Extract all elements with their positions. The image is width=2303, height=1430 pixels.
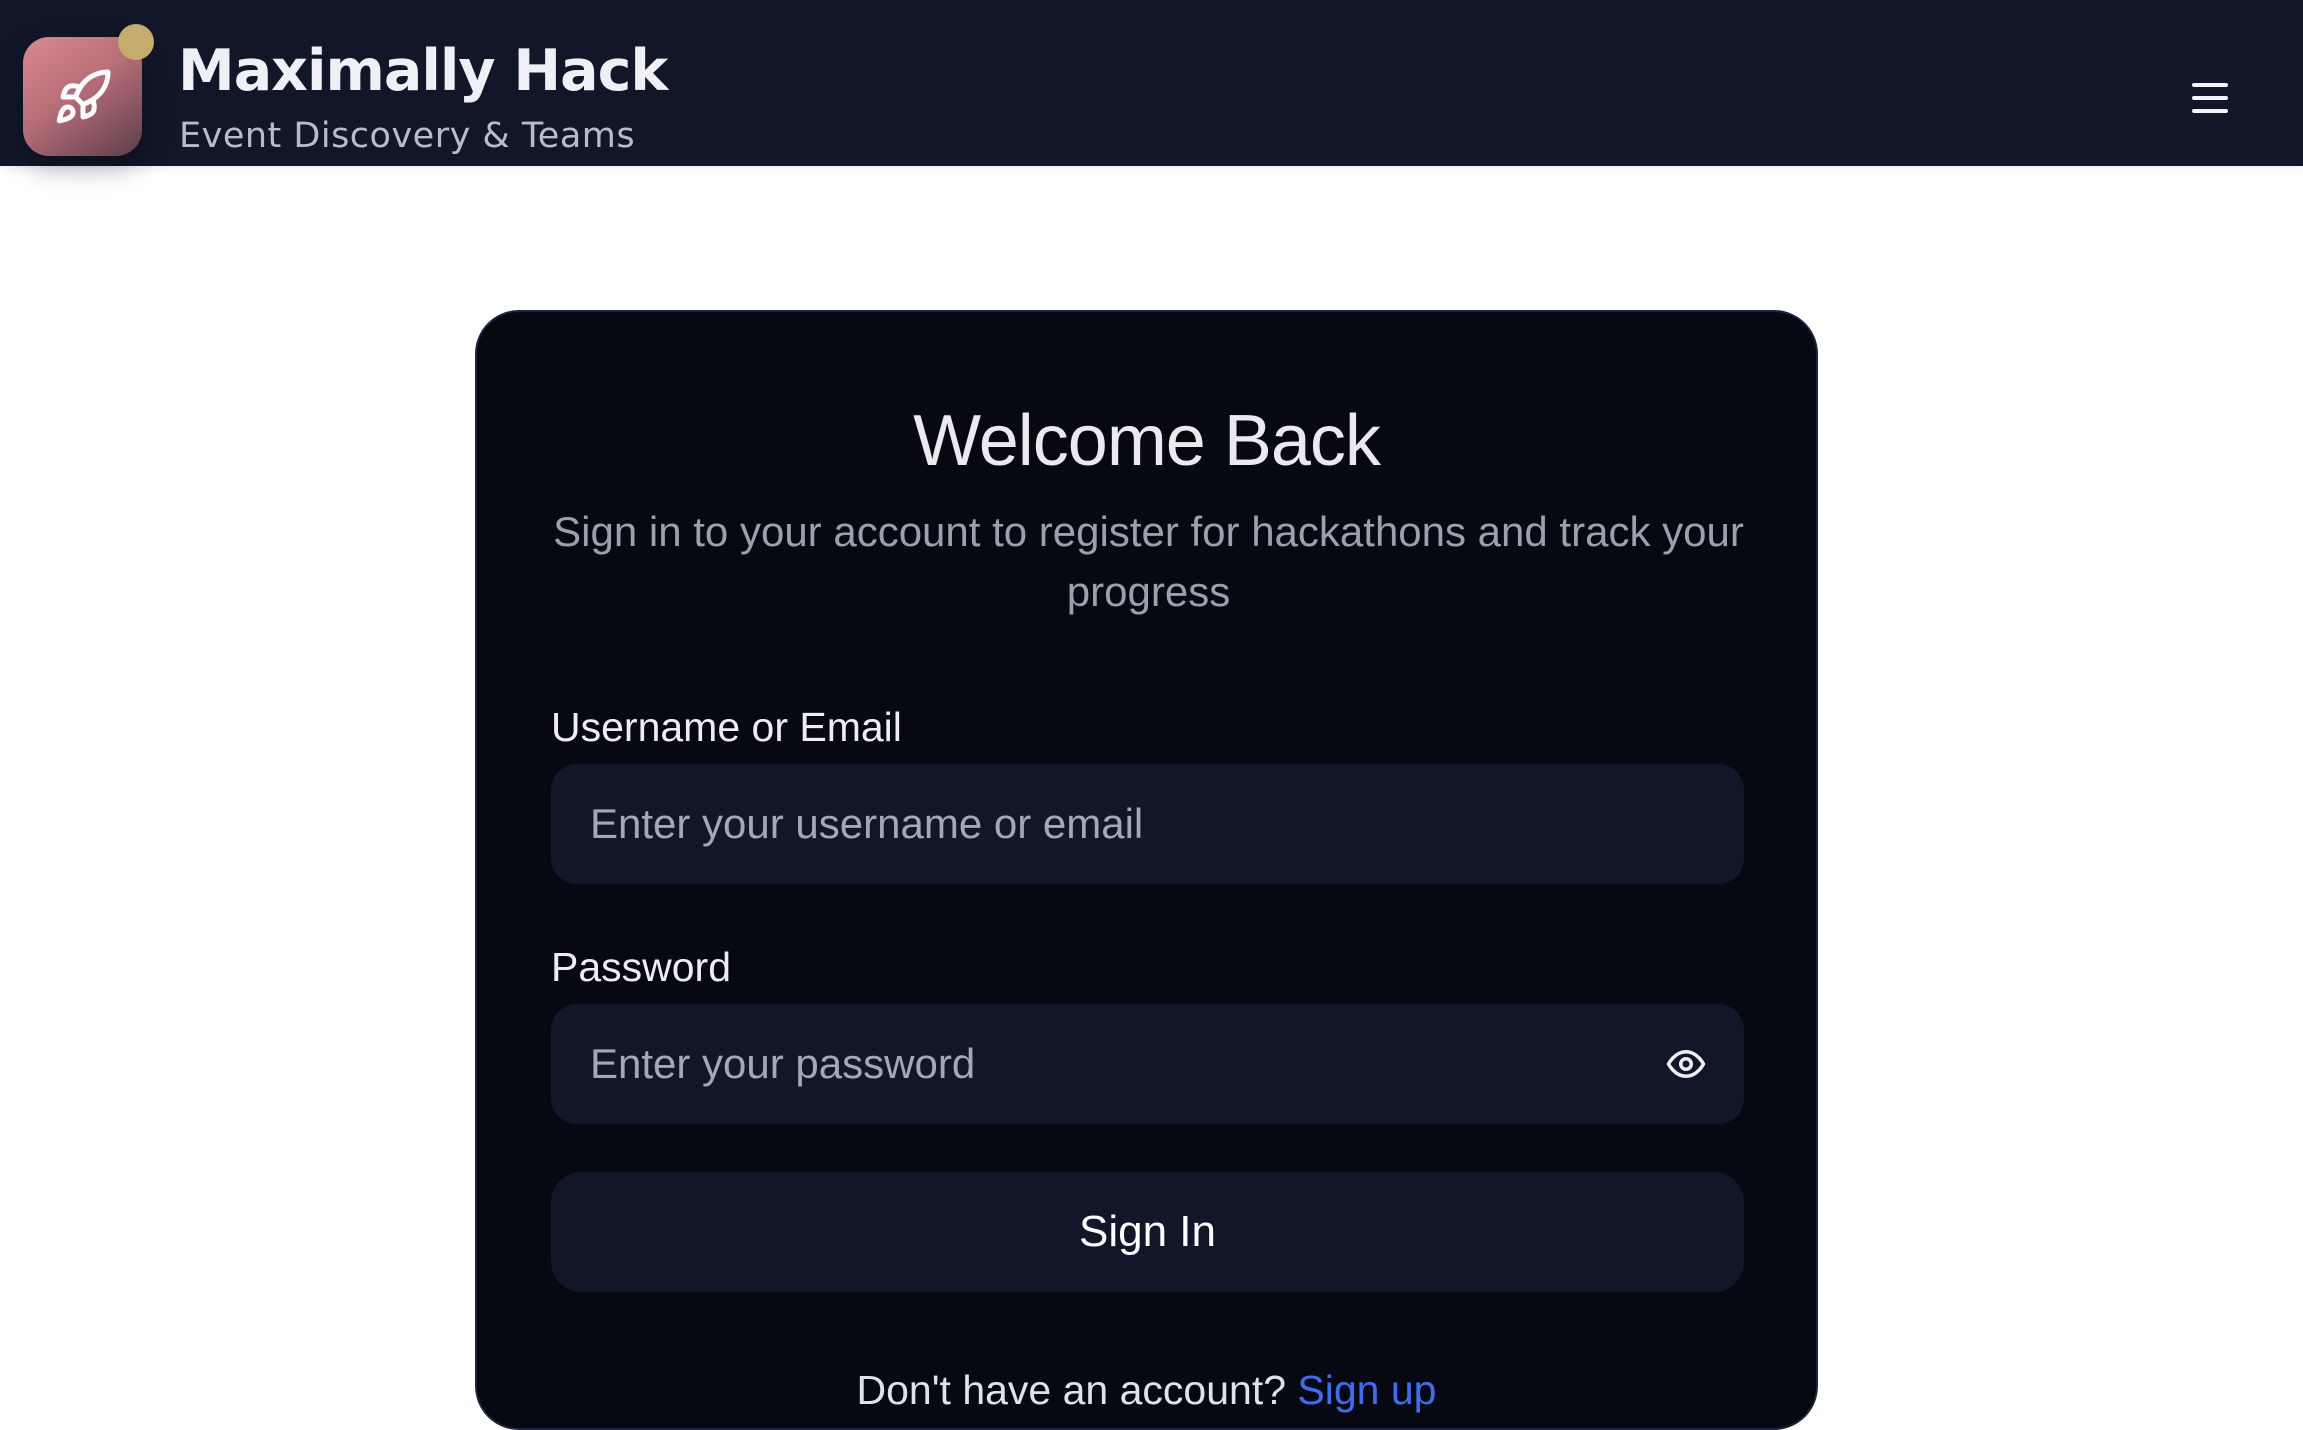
sign-up-link[interactable]: Sign up xyxy=(1297,1367,1436,1413)
page-subtitle: Sign in to your account to register for … xyxy=(553,508,1744,615)
username-field-container xyxy=(551,764,1744,884)
password-label: Password xyxy=(551,944,732,990)
top-navigation-bar: Maximally Hack Event Discovery & Teams xyxy=(0,0,2303,166)
signup-prompt-row: Don't have an account? Sign up xyxy=(477,1367,1816,1414)
hamburger-menu-icon xyxy=(2192,109,2228,113)
password-field-container xyxy=(551,1004,1744,1124)
menu-button[interactable] xyxy=(2180,70,2240,126)
eye-icon[interactable] xyxy=(1662,1043,1710,1085)
rocket-icon xyxy=(56,68,110,123)
page-title: Welcome Back xyxy=(913,401,1381,481)
sign-in-button[interactable]: Sign In xyxy=(551,1172,1744,1292)
logo-status-dot xyxy=(118,24,154,60)
username-email-input[interactable] xyxy=(551,764,1744,884)
brand-title[interactable]: Maximally Hack xyxy=(178,38,668,104)
password-input[interactable] xyxy=(551,1004,1744,1124)
brand-subtitle: Event Discovery & Teams xyxy=(179,116,636,156)
signup-prompt-text: Don't have an account? xyxy=(856,1367,1298,1413)
hamburger-menu-icon xyxy=(2192,83,2228,87)
hamburger-menu-icon xyxy=(2192,96,2228,100)
username-label: Username or Email xyxy=(551,704,902,750)
login-card: Welcome Back Sign in to your account to … xyxy=(475,310,1818,1430)
